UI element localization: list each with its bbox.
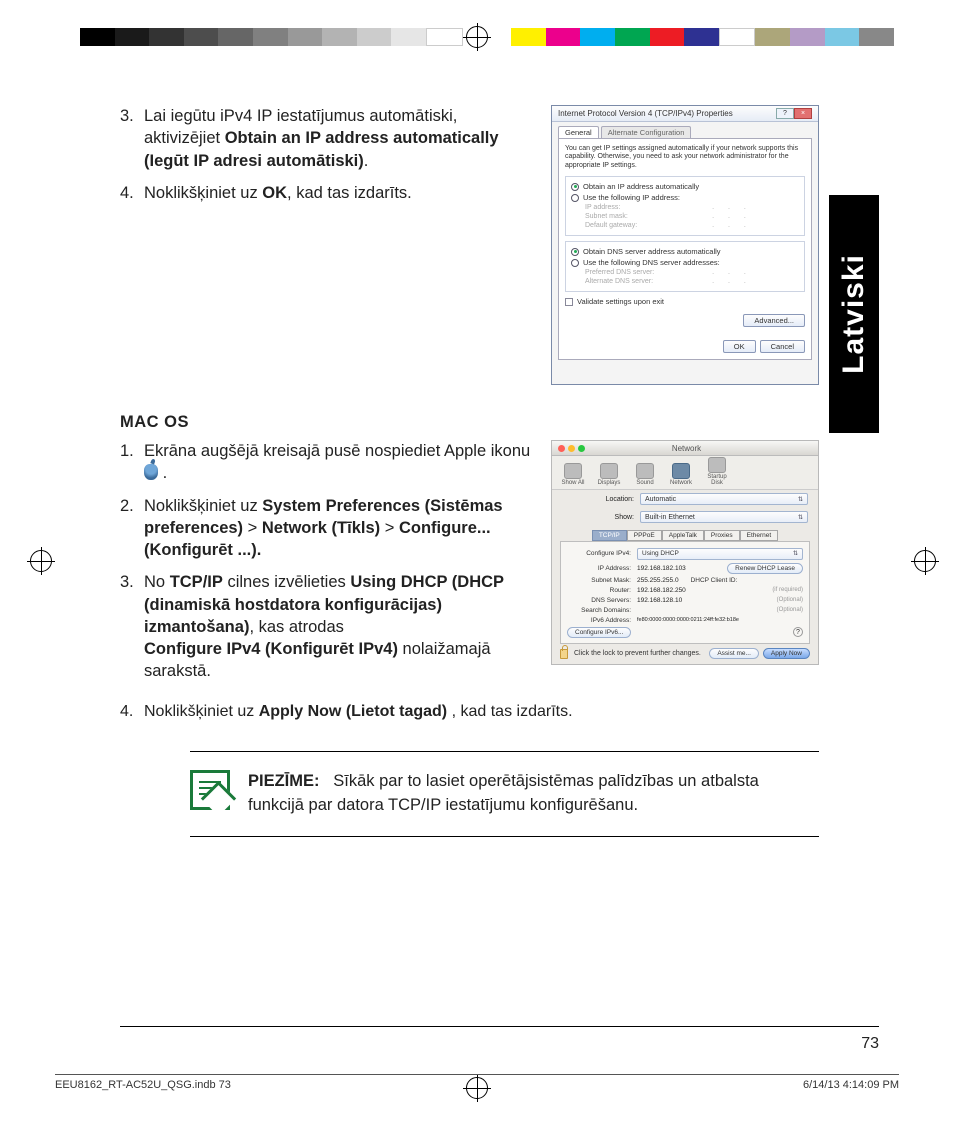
ok-button[interactable]: OK [723, 340, 756, 353]
list-item: 1. Ekrāna augšējā kreisajā pusē nospiedi… [120, 440, 533, 485]
help-button[interactable]: ? [776, 108, 794, 119]
zoom-dot[interactable] [578, 445, 585, 452]
mac-title: Network [585, 444, 788, 453]
note-label: PIEZĪME: [248, 772, 320, 790]
tab-tcpip[interactable]: TCP/IP [592, 530, 627, 541]
note-box: PIEZĪME: Sīkāk par to lasiet operētājsis… [190, 751, 819, 837]
apply-now-button[interactable]: Apply Now [763, 648, 810, 659]
print-job-footer: EEU8162_RT-AC52U_QSG.indb 73 6/14/13 4:1… [55, 1074, 899, 1091]
show-select[interactable]: Built-in Ethernet⇅ [640, 511, 808, 523]
tab-general[interactable]: General [558, 126, 599, 138]
list-item: 4. Noklikšķiniet uz Apply Now (Lietot ta… [120, 703, 819, 721]
validate-checkbox[interactable] [565, 298, 573, 306]
toolbar-network[interactable]: Network [668, 463, 694, 486]
tab-appletalk[interactable]: AppleTalk [662, 530, 704, 541]
toolbar-startup[interactable]: Startup Disk [704, 457, 730, 486]
configure-ipv6-button[interactable]: Configure IPv6... [567, 627, 631, 638]
advanced-button[interactable]: Advanced... [743, 314, 805, 327]
window-controls: ? × [776, 108, 812, 119]
tab-ethernet[interactable]: Ethernet [740, 530, 779, 541]
toolbar-sound[interactable]: Sound [632, 463, 658, 486]
radio-auto-dns[interactable] [571, 248, 579, 256]
radio-auto-ip[interactable] [571, 183, 579, 191]
min-dot[interactable] [568, 445, 575, 452]
windows-ipv4-dialog: Internet Protocol Version 4 (TCP/IPv4) P… [551, 105, 819, 385]
note-icon [190, 770, 230, 810]
tab-alternate[interactable]: Alternate Configuration [601, 126, 692, 138]
assist-button[interactable]: Assist me... [709, 648, 759, 659]
cancel-button[interactable]: Cancel [760, 340, 805, 353]
radio-manual-ip[interactable] [571, 194, 579, 202]
close-button[interactable]: × [794, 108, 812, 119]
apple-icon [144, 464, 158, 480]
dialog-description: You can get IP settings assigned automat… [565, 145, 805, 170]
toolbar-showall[interactable]: Show All [560, 463, 586, 486]
help-icon[interactable]: ? [793, 627, 803, 637]
page-content: Latviski 3. Lai iegūtu iPv4 IP iestatīju… [120, 105, 879, 1053]
registration-mark-left [30, 550, 52, 572]
list-item: 4. Noklikšķiniet uz OK, kad tas izdarīts… [120, 182, 533, 204]
radio-manual-dns[interactable] [571, 259, 579, 267]
registration-mark-top [466, 26, 488, 48]
tab-pppoe[interactable]: PPPoE [627, 530, 662, 541]
page-number: 73 [861, 1035, 879, 1052]
lock-icon[interactable] [560, 649, 568, 659]
close-dot[interactable] [558, 445, 565, 452]
list-item: 3. No TCP/IP cilnes izvēlieties Using DH… [120, 571, 533, 682]
page-footer: 73 [120, 1026, 879, 1053]
renew-lease-button[interactable]: Renew DHCP Lease [727, 563, 803, 574]
list-item: 3. Lai iegūtu iPv4 IP iestatījumus autom… [120, 105, 533, 172]
dialog-title: Internet Protocol Version 4 (TCP/IPv4) P… [558, 109, 733, 118]
location-select[interactable]: Automatic⇅ [640, 493, 808, 505]
mac-window-controls [552, 445, 585, 452]
registration-mark-right [914, 550, 936, 572]
configure-ipv4-select[interactable]: Using DHCP⇅ [637, 548, 803, 560]
toolbar-displays[interactable]: Displays [596, 463, 622, 486]
macos-heading: MAC OS [120, 413, 819, 432]
mac-network-dialog: Network Show All Displays Sound Network … [551, 440, 819, 665]
list-item: 2. Noklikšķiniet uz System Preferences (… [120, 495, 533, 562]
tab-proxies[interactable]: Proxies [704, 530, 740, 541]
